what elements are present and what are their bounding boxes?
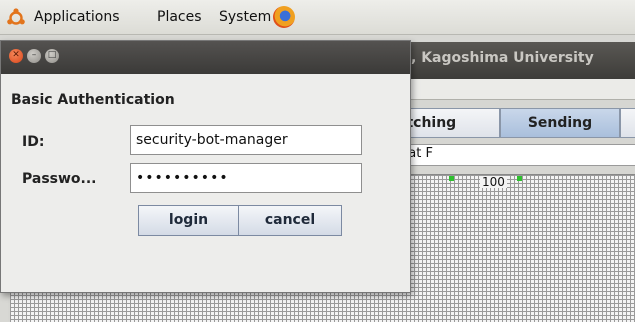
cancel-button[interactable]: cancel: [239, 206, 341, 235]
close-icon[interactable]: ✕: [9, 49, 23, 63]
menu-places[interactable]: Places: [157, 9, 202, 25]
dialog-button-group: login cancel: [138, 205, 342, 236]
grid-value-label: 100: [480, 175, 507, 189]
dialog-titlebar: ✕ – □: [1, 41, 410, 74]
firefox-icon[interactable]: [273, 6, 295, 28]
tab-more[interactable]: [620, 108, 635, 138]
tab-sending[interactable]: Sending: [500, 108, 620, 138]
grid-marker: [449, 176, 454, 181]
password-input[interactable]: [130, 163, 362, 193]
id-label: ID:: [22, 134, 45, 150]
background-window-title: , Kagoshima University: [411, 50, 594, 66]
minimize-icon[interactable]: –: [27, 49, 41, 63]
login-dialog: ✕ – □ Basic Authentication ID: Passwo...…: [0, 40, 411, 293]
id-input[interactable]: [130, 125, 362, 155]
dialog-heading: Basic Authentication: [11, 92, 175, 108]
menu-system[interactable]: System: [219, 9, 271, 25]
login-button[interactable]: login: [139, 206, 239, 235]
top-panel: Applications Places System: [0, 0, 635, 35]
maximize-icon[interactable]: □: [45, 49, 59, 63]
menu-applications[interactable]: Applications: [34, 9, 120, 25]
grid-marker: [517, 176, 522, 181]
password-label: Passwo...: [22, 171, 97, 187]
ubuntu-logo-icon[interactable]: [6, 8, 26, 28]
